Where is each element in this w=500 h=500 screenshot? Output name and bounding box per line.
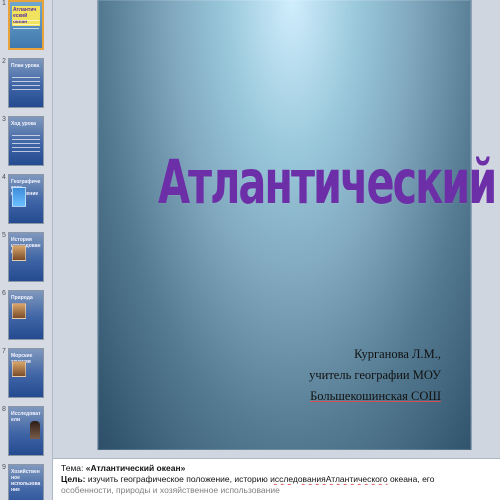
thumbnail-number: 7 (2, 348, 6, 355)
thumbnail-preview[interactable]: Исследователи (8, 406, 44, 456)
current-slide[interactable]: Атлантический океан. Курганова Л.М., учи… (97, 0, 500, 450)
notes-goal-text-part-2: океана, его (389, 474, 435, 484)
thumbnail-content (12, 77, 40, 103)
thumbnail-item[interactable]: 5 История исследования (0, 232, 52, 286)
slide-title[interactable]: Атлантический океан. (158, 152, 500, 213)
thumbnail-item[interactable]: 9 Хозяйственное использование (0, 464, 52, 500)
thumbnail-title: Ход урока (11, 121, 36, 127)
thumbnail-item[interactable]: 8 Исследователи (0, 406, 52, 460)
thumbnail-preview[interactable]: Природа (8, 290, 44, 340)
notes-topic-value: «Атлантический океан» (85, 463, 186, 473)
author-block[interactable]: Курганова Л.М., учитель географии МОУ Бо… (271, 344, 441, 407)
photo-image (12, 245, 26, 261)
slide-thumbnail-pane[interactable]: 1 Атлантический океан 2 План урока 3 Ход… (0, 0, 53, 500)
thumbnail-item[interactable]: 6 Природа (0, 290, 52, 344)
thumbnail-title: Хозяйственное использование (11, 469, 41, 493)
thumbnail-title: План урока (11, 63, 40, 69)
map-image (12, 187, 26, 207)
thumbnail-number: 2 (2, 58, 6, 65)
thumbnail-item[interactable]: 1 Атлантический океан (0, 0, 52, 54)
thumbnail-preview[interactable]: План урока (8, 58, 44, 108)
thumbnail-content (13, 20, 39, 44)
photo-image (12, 303, 26, 319)
notes-goal-text-part-1: изучить географическое положение, истори… (87, 474, 268, 484)
thumbnail-number: 5 (2, 232, 6, 239)
thumbnail-number: 3 (2, 116, 6, 123)
thumbnail-preview[interactable]: Ход урока (8, 116, 44, 166)
thumbnail-number: 6 (2, 290, 6, 297)
thumbnail-preview[interactable]: Географическое положение (8, 174, 44, 224)
author-position: учитель географии МОУ (309, 368, 441, 382)
author-name: Курганова Л.М., (354, 347, 441, 361)
thumbnail-number: 1 (2, 0, 6, 7)
notes-goal-row-continued: особенности, природы и хозяйственное исп… (61, 485, 492, 496)
presentation-window: 1 Атлантический океан 2 План урока 3 Ход… (0, 0, 500, 500)
thumbnail-item[interactable]: 4 Географическое положение (0, 174, 52, 228)
thumbnail-item[interactable]: 7 Морские течения (0, 348, 52, 402)
thumbnail-preview[interactable]: Хозяйственное использование (8, 464, 44, 500)
thumbnail-number: 9 (2, 464, 6, 471)
thumbnail-number: 4 (2, 174, 6, 181)
notes-goal-label: Цель: (61, 474, 86, 484)
notes-topic-row: Тема: «Атлантический океан» (61, 463, 492, 474)
thumbnail-preview[interactable]: История исследования (8, 232, 44, 282)
thumbnail-item[interactable]: 3 Ход урока (0, 116, 52, 170)
slide-editor[interactable]: Атлантический океан. Курганова Л.М., учи… (53, 0, 500, 458)
thumbnail-number: 8 (2, 406, 6, 413)
notes-topic-label: Тема: (61, 463, 84, 473)
notes-goal-underlined-word: исследованияАтлантического (270, 474, 388, 484)
thumbnail-content (12, 135, 40, 161)
photo-image (12, 361, 26, 377)
thumbnail-title: Природа (11, 295, 33, 301)
notes-pane[interactable]: Тема: «Атлантический океан» Цель: изучит… (53, 458, 500, 500)
thumbnail-preview[interactable]: Морские течения (8, 348, 44, 398)
author-school: Большекошинская СОШ (310, 389, 441, 403)
notes-goal-text-part-3: особенности, природы и хозяйственное исп… (61, 485, 280, 495)
notes-goal-row: Цель: изучить географическое положение, … (61, 474, 492, 485)
thumbnail-preview[interactable]: Атлантический океан (8, 0, 44, 50)
thumbnail-item[interactable]: 2 План урока (0, 58, 52, 112)
portrait-image (30, 421, 40, 439)
slide-title-text: Атлантический океан (158, 147, 500, 218)
